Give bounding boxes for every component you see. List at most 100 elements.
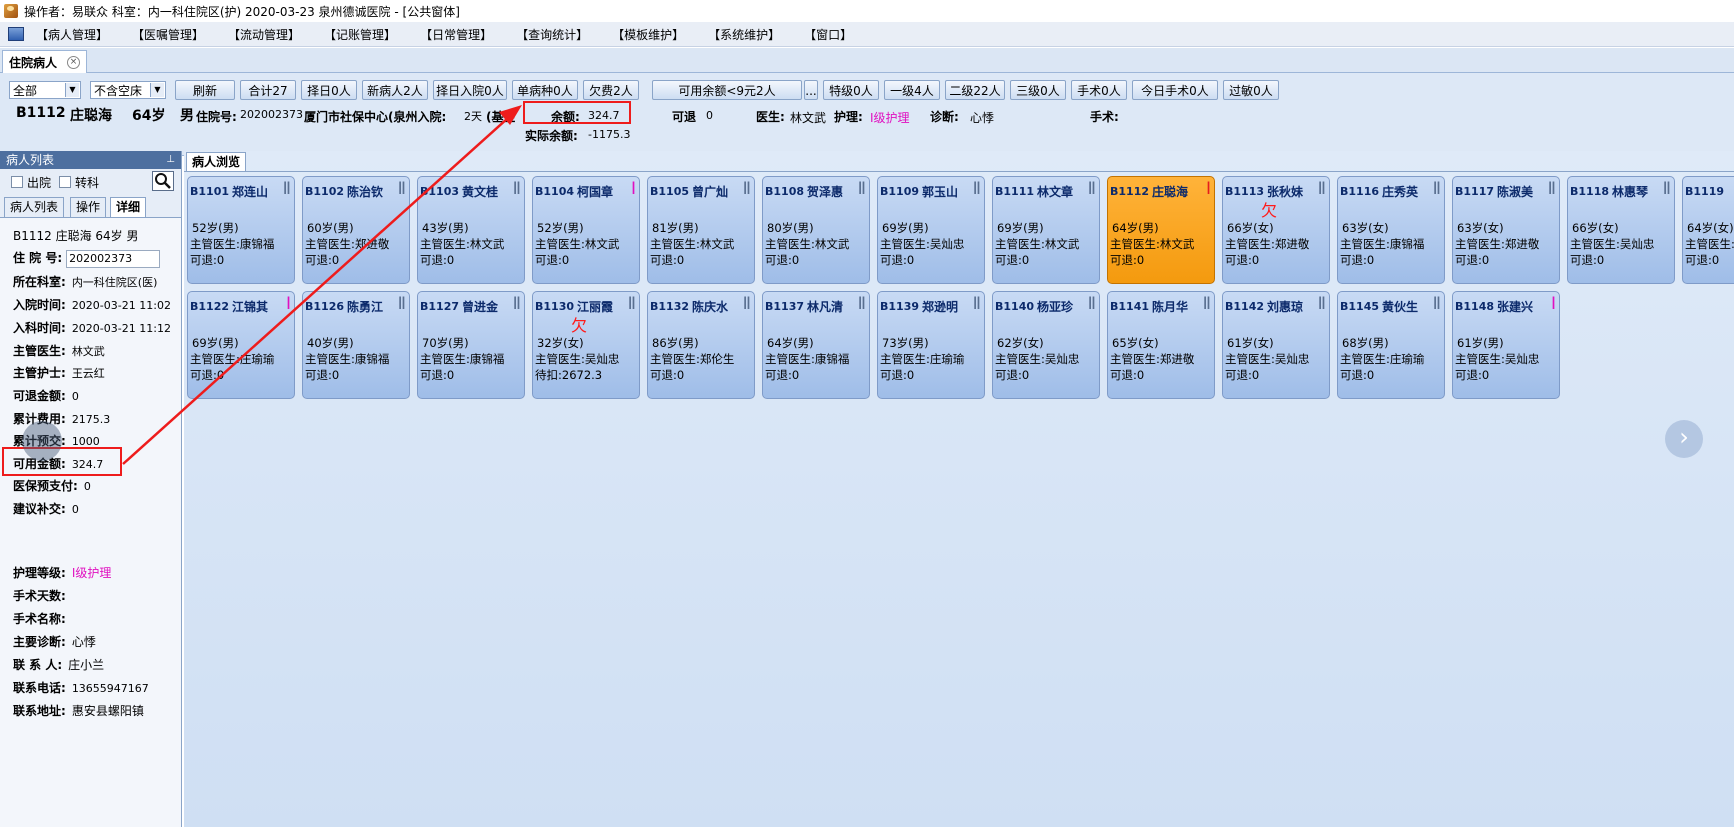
patient-name: 郑连山 xyxy=(232,185,269,199)
bed-card-B1119[interactable]: B1119 64岁(女) 主管医生: 可退:0 xyxy=(1682,176,1734,284)
detail-value: 0 xyxy=(83,480,91,493)
refund-status: 可退:0 xyxy=(880,368,915,382)
bed-card-B1113[interactable]: B1113 张秋妹 Ⅱ 欠 66岁(女) 主管医生:郑进敬 可退:0 xyxy=(1222,176,1330,284)
bed-number: B1137 xyxy=(765,300,804,313)
menu-daily[interactable]: 【日常管理】 xyxy=(420,26,492,43)
bed-card-B1122[interactable]: B1122 江锦其 Ⅰ 69岁(男) 主管医生:庄瑜瑜 可退:0 xyxy=(187,291,295,399)
bed-number: B1130 xyxy=(535,300,574,313)
new-patient-button[interactable]: 新病人2人 xyxy=(362,80,428,100)
pin-icon[interactable]: ⊥ xyxy=(166,151,175,169)
detail-row: 医保预支付: 0 xyxy=(13,477,91,494)
level1-button[interactable]: 一级4人 xyxy=(884,80,940,100)
bed-card-B1104[interactable]: B1104 柯国章 Ⅰ 52岁(男) 主管医生:林文武 可退:0 xyxy=(532,176,640,284)
sidebar-options: 出院 转科 xyxy=(0,169,181,195)
detail-row: 联系电话: 13655947167 xyxy=(13,679,149,696)
bed-filter-value: 不含空床 xyxy=(94,84,143,98)
bed-filter-select[interactable]: 不含空床 ▼ xyxy=(90,81,166,99)
available-balance-button[interactable]: 可用余额<9元2人 xyxy=(652,80,802,100)
bed-card-B1103[interactable]: B1103 黄文桂 Ⅱ 43岁(男) 主管医生:林文武 可退:0 xyxy=(417,176,525,284)
bed-card-B1102[interactable]: B1102 陈治钦 Ⅱ 60岁(男) 主管医生:郑进敬 可退:0 xyxy=(302,176,410,284)
single-disease-button[interactable]: 单病种0人 xyxy=(512,80,578,100)
close-icon[interactable]: × xyxy=(67,55,81,69)
transfer-checkbox[interactable] xyxy=(59,176,71,188)
select-day-button[interactable]: 择日0人 xyxy=(301,80,357,100)
info-diagnosis: 心悸 xyxy=(970,111,995,125)
surgery-button[interactable]: 手术0人 xyxy=(1071,80,1127,100)
bed-number: B1103 xyxy=(420,185,459,198)
tab-inpatient[interactable]: 住院病人 × xyxy=(2,50,88,73)
tab-detail[interactable]: 详细 xyxy=(110,197,147,217)
bed-card-B1130[interactable]: B1130 江丽霞 Ⅱ 欠 32岁(女) 主管医生:吴灿忠 待扣:2672.3 xyxy=(532,291,640,399)
mdi-window-icon[interactable] xyxy=(8,27,24,41)
bed-card-B1109[interactable]: B1109 郭玉山 Ⅱ 69岁(男) 主管医生:吴灿忠 可退:0 xyxy=(877,176,985,284)
discharged-label: 出院 xyxy=(27,176,52,190)
age-sex: 86岁(男) xyxy=(652,336,699,350)
refund-status: 可退:0 xyxy=(1110,368,1145,382)
menu-system[interactable]: 【系统维护】 xyxy=(708,26,780,43)
bed-card-B1127[interactable]: B1127 曾进金 Ⅱ 70岁(男) 主管医生:康锦福 可退:0 xyxy=(417,291,525,399)
owing-button[interactable]: 欠费2人 xyxy=(583,80,639,100)
doctor-name: 庄瑜瑜 xyxy=(239,352,275,366)
bed-card-B1141[interactable]: B1141 陈月华 Ⅱ 65岁(女) 主管医生:郑进敬 可退:0 xyxy=(1107,291,1215,399)
bed-card-B1111[interactable]: B1111 林文章 Ⅱ 69岁(男) 主管医生:林文武 可退:0 xyxy=(992,176,1100,284)
bed-card-B1112[interactable]: B1112 庄聪海 Ⅰ 64岁(男) 主管医生:林文武 可退:0 xyxy=(1107,176,1215,284)
bed-card-B1137[interactable]: B1137 林凡清 Ⅱ 64岁(男) 主管医生:康锦福 可退:0 xyxy=(762,291,870,399)
bed-card-B1132[interactable]: B1132 陈庆水 Ⅱ 86岁(男) 主管医生:郑伦生 可退:0 xyxy=(647,291,755,399)
tab-patient-browse[interactable]: 病人浏览 xyxy=(186,152,247,172)
nursing-level-badge: Ⅱ xyxy=(512,179,521,199)
bed-card-B1105[interactable]: B1105 曾广灿 Ⅱ 81岁(男) 主管医生:林文武 可退:0 xyxy=(647,176,755,284)
patient-name: 杨亚珍 xyxy=(1037,300,1074,314)
bed-card-B1140[interactable]: B1140 杨亚珍 Ⅱ 62岁(女) 主管医生:吴灿忠 可退:0 xyxy=(992,291,1100,399)
bed-card-B1148[interactable]: B1148 张建兴 Ⅰ 61岁(男) 主管医生:吴灿忠 可退:0 xyxy=(1452,291,1560,399)
level2-button[interactable]: 二级22人 xyxy=(945,80,1005,100)
select-admit-button[interactable]: 择日入院0人 xyxy=(433,80,507,100)
bed-card-B1108[interactable]: B1108 贺泽惠 Ⅱ 80岁(男) 主管医生:林文武 可退:0 xyxy=(762,176,870,284)
chevron-down-icon[interactable]: ▼ xyxy=(150,83,164,97)
search-button[interactable] xyxy=(152,171,174,191)
allergy-button[interactable]: 过敏0人 xyxy=(1223,80,1279,100)
bed-number: B1127 xyxy=(420,300,459,313)
bed-card-B1145[interactable]: B1145 黄伙生 Ⅱ 68岁(男) 主管医生:庄瑜瑜 可退:0 xyxy=(1337,291,1445,399)
patient-name: 江锦其 xyxy=(232,300,269,314)
surgery-today-button[interactable]: 今日手术0人 xyxy=(1132,80,1218,100)
next-page-button[interactable]: › xyxy=(1665,420,1703,458)
info-actual-balance: -1175.3 xyxy=(588,128,631,141)
range-select[interactable]: 全部 ▼ xyxy=(9,81,81,99)
patient-name: 陈月华 xyxy=(1152,300,1189,314)
level3-button[interactable]: 三级0人 xyxy=(1010,80,1066,100)
nursing-level-badge: Ⅱ xyxy=(397,294,406,314)
total-button[interactable]: 合计27 xyxy=(240,80,296,100)
more-button[interactable]: ... xyxy=(804,80,818,100)
special-level-button[interactable]: 特级0人 xyxy=(823,80,879,100)
menu-flow[interactable]: 【流动管理】 xyxy=(228,26,300,43)
age-sex: 60岁(男) xyxy=(307,221,354,235)
refresh-button[interactable]: 刷新 xyxy=(175,80,235,100)
chevron-down-icon[interactable]: ▼ xyxy=(65,83,79,97)
bed-card-B1117[interactable]: B1117 陈淑美 Ⅱ 63岁(女) 主管医生:郑进敬 可退:0 xyxy=(1452,176,1560,284)
admission-no-input[interactable]: 202002373 xyxy=(66,250,161,268)
menu-orders[interactable]: 【医嘱管理】 xyxy=(132,26,204,43)
age-sex: 43岁(男) xyxy=(422,221,469,235)
menu-patient[interactable]: 【病人管理】 xyxy=(36,26,108,43)
nursing-level-badge: Ⅱ xyxy=(397,179,406,199)
doctor-name: 康锦福 xyxy=(469,352,505,366)
detail-label: 入院时间: xyxy=(13,298,66,312)
menu-query[interactable]: 【查询统计】 xyxy=(516,26,588,43)
bed-number: B1139 xyxy=(880,300,919,313)
menu-billing[interactable]: 【记账管理】 xyxy=(324,26,396,43)
menu-window[interactable]: 【窗口】 xyxy=(804,26,852,43)
tab-patient-list[interactable]: 病人列表 xyxy=(4,197,65,217)
discharged-checkbox[interactable] xyxy=(11,176,23,188)
doctor-prefix: 主管医生: xyxy=(1340,237,1390,251)
bed-card-B1118[interactable]: B1118 林惠琴 Ⅱ 66岁(女) 主管医生:吴灿忠 可退:0 xyxy=(1567,176,1675,284)
refund-status: 可退:0 xyxy=(1455,368,1490,382)
bed-card-B1126[interactable]: B1126 陈勇江 Ⅱ 40岁(男) 主管医生:康锦福 可退:0 xyxy=(302,291,410,399)
bed-card-B1139[interactable]: B1139 郑逊明 Ⅱ 73岁(男) 主管医生:庄瑜瑜 可退:0 xyxy=(877,291,985,399)
detail-label: 联 系 人: xyxy=(13,658,63,672)
patient-name: 陈庆水 xyxy=(692,300,729,314)
tab-operation[interactable]: 操作 xyxy=(70,197,107,217)
bed-card-B1142[interactable]: B1142 刘惠琼 Ⅱ 61岁(女) 主管医生:吴灿忠 可退:0 xyxy=(1222,291,1330,399)
menu-template[interactable]: 【模板维护】 xyxy=(612,26,684,43)
bed-card-B1116[interactable]: B1116 庄秀英 Ⅱ 63岁(女) 主管医生:康锦福 可退:0 xyxy=(1337,176,1445,284)
bed-card-B1101[interactable]: B1101 郑连山 Ⅱ 52岁(男) 主管医生:康锦福 可退:0 xyxy=(187,176,295,284)
